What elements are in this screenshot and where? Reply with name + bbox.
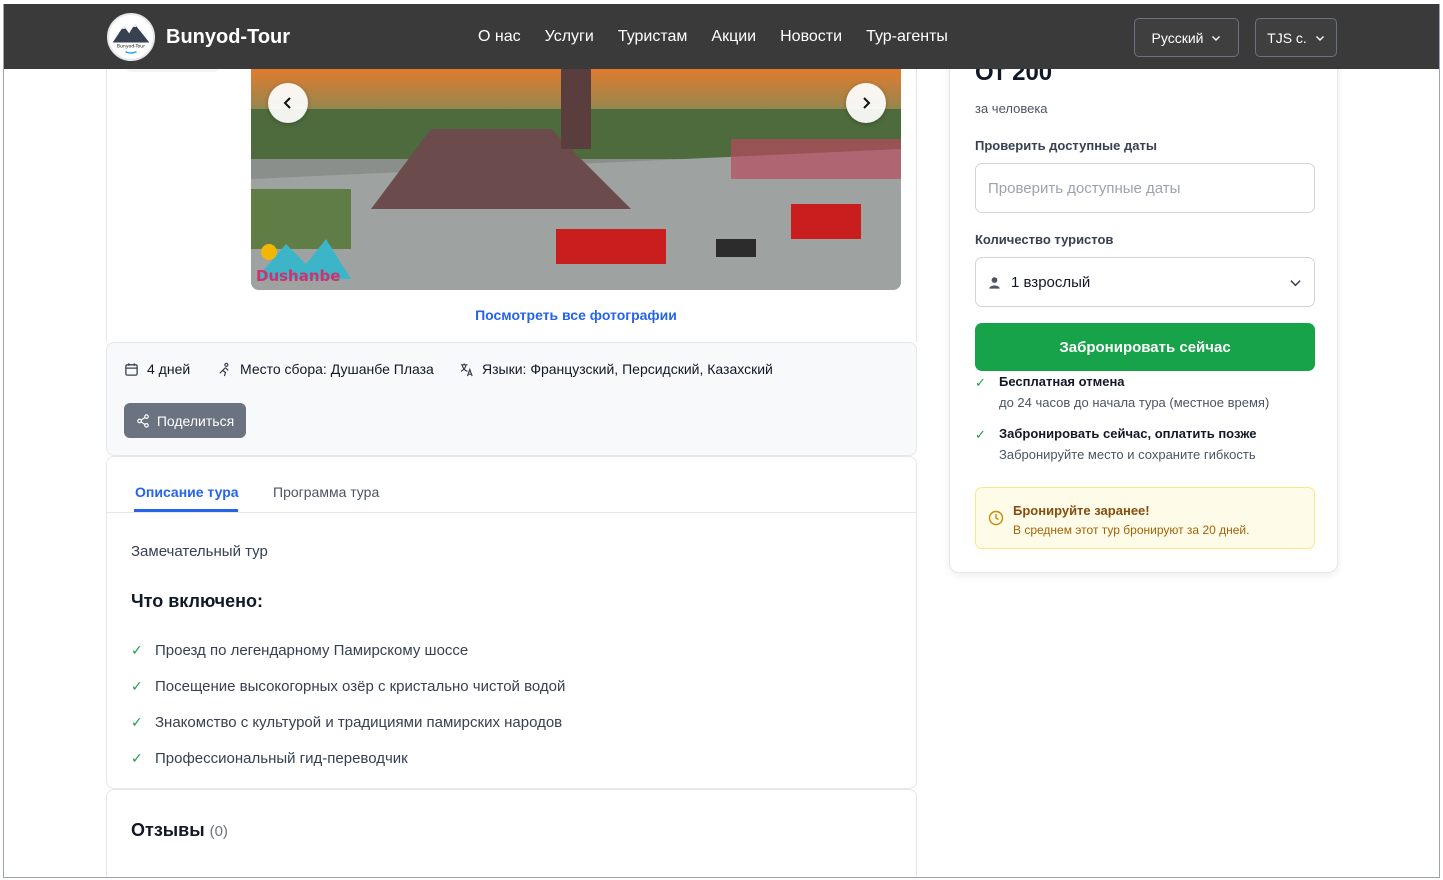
- nav-promotions[interactable]: Акции: [711, 28, 756, 46]
- dates-label: Проверить доступные даты: [975, 138, 1157, 153]
- chevron-left-icon: [283, 97, 291, 109]
- included-item-text: Знакомство с культурой и традициями пами…: [155, 713, 563, 731]
- tourists-label: Количество туристов: [975, 232, 1114, 247]
- brand-name[interactable]: Bunyod-Tour: [166, 26, 290, 49]
- share-label: Поделиться: [156, 412, 235, 429]
- reviews-count: (0): [209, 823, 228, 840]
- meeting-point-info: Место сбора: Душанбе Плаза: [217, 361, 434, 377]
- tour-info-bar: 4 дней Место сбора: Душанбе Плаза Языки:…: [106, 342, 917, 456]
- browser-viewport: Dushanbe Посмотреть все фотографии 4 дне…: [3, 4, 1440, 878]
- language-select[interactable]: Русский: [1134, 18, 1239, 57]
- site-header: Bunyod-Tour Bunyod-Tour О нас Услуги Тур…: [4, 4, 1439, 69]
- notice-title: Бронируйте заранее!: [1013, 503, 1150, 518]
- included-item-text: Проезд по легендарному Памирскому шоссе: [155, 641, 469, 659]
- chevron-down-icon: [1212, 35, 1221, 41]
- languages-info: Языки: Французский, Персидский, Казахски…: [459, 361, 773, 377]
- nav-about[interactable]: О нас: [478, 28, 521, 46]
- included-list: ✓ Проезд по легендарному Памирскому шоссе…: [131, 632, 565, 776]
- nav-agents[interactable]: Тур-агенты: [866, 28, 948, 46]
- tour-photo-image: [251, 69, 901, 290]
- list-item: ✓ Посещение высокогорных озёр с кристальн…: [131, 668, 565, 704]
- list-item: ✓ Проезд по легендарному Памирскому шоссе: [131, 632, 565, 668]
- tab-program[interactable]: Программа тура: [273, 484, 379, 500]
- price-unit: за человека: [975, 101, 1048, 116]
- tour-description: Замечательный тур: [131, 543, 268, 560]
- tourists-select[interactable]: 1 взрослый: [975, 257, 1315, 307]
- notice-subtitle: В среднем этот тур бронируют за 20 дней.: [1013, 523, 1250, 537]
- clock-icon: [988, 510, 1004, 526]
- tourists-value: 1 взрослый: [1011, 273, 1091, 291]
- currency-select[interactable]: TJS с.: [1255, 18, 1337, 57]
- nav-tourists[interactable]: Туристам: [618, 28, 688, 46]
- perk-free-cancel: ✓ Бесплатная отмена до 24 часов до начал…: [975, 374, 1269, 410]
- book-now-button[interactable]: Забронировать сейчас: [975, 323, 1315, 371]
- check-icon: ✓: [131, 677, 143, 694]
- nav-services[interactable]: Услуги: [545, 28, 594, 46]
- tour-photo[interactable]: Dushanbe: [251, 69, 901, 290]
- chevron-down-icon: [1290, 279, 1301, 286]
- photo-watermark: Dushanbe: [256, 267, 341, 285]
- chevron-down-icon: [1315, 35, 1324, 41]
- active-tab-indicator: [134, 509, 238, 512]
- perk-subtitle: до 24 часов до начала тура (местное врем…: [999, 395, 1270, 410]
- see-all-photos-link[interactable]: Посмотреть все фотографии: [251, 307, 901, 323]
- prev-photo-button[interactable]: [268, 83, 308, 123]
- check-icon: ✓: [131, 641, 143, 658]
- translate-icon: [460, 362, 473, 376]
- booking-card: От 200 за человека Проверить доступные д…: [949, 4, 1338, 573]
- share-button[interactable]: Поделиться: [124, 403, 246, 438]
- reviews-heading: Отзывы (0): [131, 820, 228, 841]
- duration-text: 4 дней: [147, 361, 191, 377]
- languages-text: Языки: Французский, Персидский, Казахски…: [482, 361, 773, 377]
- included-title: Что включено:: [131, 591, 263, 611]
- list-item: ✓ Знакомство с культурой и традициями пам…: [131, 704, 565, 740]
- perk-title: Забронировать сейчас, оплатить позже: [999, 426, 1257, 441]
- dates-field[interactable]: [975, 163, 1315, 213]
- calendar-icon: [125, 362, 138, 376]
- nav-news[interactable]: Новости: [780, 28, 842, 46]
- check-icon: ✓: [975, 375, 986, 390]
- meeting-point-text: Место сбора: Душанбе Плаза: [240, 361, 434, 377]
- tab-description[interactable]: Описание тура: [135, 484, 239, 500]
- currency-value: TJS с.: [1267, 29, 1307, 46]
- main-nav: О нас Услуги Туристам Акции Новости Тур-…: [478, 28, 948, 46]
- language-value: Русский: [1151, 29, 1204, 46]
- check-icon: ✓: [131, 749, 143, 766]
- tour-tabs: Описание тура Программа тура: [107, 457, 916, 513]
- site-logo[interactable]: Bunyod-Tour: [107, 13, 155, 61]
- book-early-notice: Бронируйте заранее! В среднем этот тур б…: [975, 487, 1315, 549]
- dates-input[interactable]: [988, 179, 1302, 197]
- description-card: Описание тура Программа тура Замечательн…: [106, 456, 917, 789]
- included-item-text: Профессиональный гид-переводчик: [155, 749, 408, 767]
- logo-text: Bunyod-Tour: [117, 44, 145, 50]
- list-item: ✓ Профессиональный гид-переводчик: [131, 740, 565, 776]
- reviews-title: Отзывы: [131, 820, 205, 840]
- person-walking-icon: [219, 362, 229, 376]
- chevron-right-icon: [863, 97, 871, 109]
- user-icon: [989, 276, 1000, 289]
- perk-title: Бесплатная отмена: [999, 374, 1125, 389]
- check-icon: ✓: [131, 713, 143, 730]
- perk-pay-later: ✓ Забронировать сейчас, оплатить позже З…: [975, 426, 1257, 462]
- duration-info: 4 дней: [124, 361, 190, 377]
- included-item-text: Посещение высокогорных озёр с кристально…: [155, 677, 566, 695]
- check-icon: ✓: [975, 427, 986, 442]
- perk-subtitle: Забронируйте место и сохраните гибкость: [999, 447, 1256, 462]
- next-photo-button[interactable]: [846, 83, 886, 123]
- reviews-card: Отзывы (0): [106, 789, 917, 877]
- share-icon: [137, 413, 149, 428]
- logo-mountains-icon: Bunyod-Tour: [112, 24, 150, 54]
